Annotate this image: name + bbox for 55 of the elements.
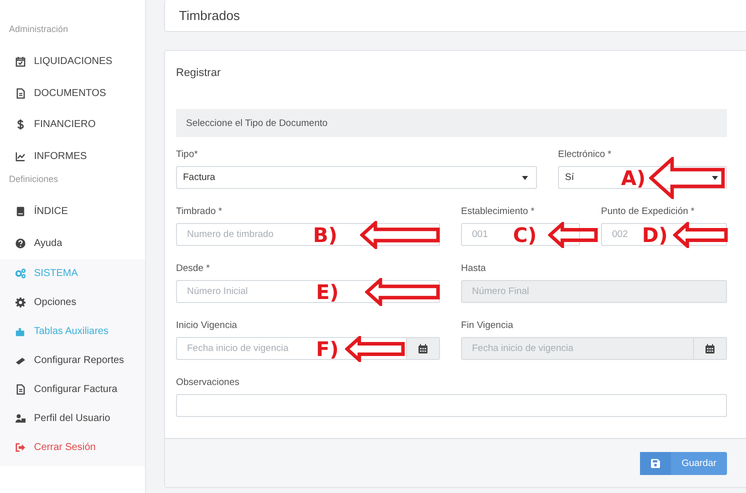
annotation-letter: F) (316, 336, 339, 360)
sidebar-item[interactable]: Configurar Reportes (34, 355, 124, 366)
field-label: Desde * (176, 263, 210, 275)
logout-icon (15, 442, 26, 453)
calendar-check-icon (15, 56, 26, 68)
annotation-arrow (548, 222, 598, 248)
sidebar-item[interactable]: ÍNDICE (34, 206, 68, 218)
calendar-button[interactable] (407, 337, 440, 360)
annotation-letter: E) (316, 280, 339, 304)
ruler-icon (15, 355, 26, 366)
annotation-arrow (345, 336, 405, 362)
field-label: Hasta (461, 263, 486, 275)
sidebar-item[interactable]: FINANCIERO (34, 119, 96, 130)
caret-icon (712, 176, 718, 180)
field-label: Establecimiento * (461, 206, 534, 218)
annotation-letter: D) (642, 222, 668, 246)
calendar-icon (705, 344, 715, 354)
field-label: Fin Vigencia (461, 320, 514, 332)
field-label: Timbrado * (176, 206, 222, 218)
field-label: Tipo* (176, 149, 198, 161)
document-icon (15, 384, 26, 395)
annotation-letter: C) (513, 222, 537, 246)
sidebar-item[interactable]: Cerrar Sesión (34, 442, 96, 453)
section-heading: Definiciones (8, 173, 60, 186)
calendar-icon (418, 344, 428, 354)
save-icon (651, 458, 660, 468)
annotation-letter: A) (621, 166, 646, 190)
input-field[interactable] (176, 394, 727, 417)
card-title: Registrar (175, 66, 222, 81)
field-label: Inicio Vigencia (176, 320, 238, 332)
help-icon (15, 238, 26, 249)
calendar-button[interactable] (694, 337, 727, 360)
section-heading: Administración (8, 23, 70, 36)
settings-icon (15, 297, 26, 308)
users-icon (15, 413, 26, 424)
section-bar: Seleccione el Tipo de Documento (176, 109, 727, 137)
caret-icon (522, 176, 528, 180)
page-title: Timbrados (179, 8, 240, 23)
sidebar-item[interactable]: Perfil del Usuario (34, 413, 110, 424)
field-label: Electrónico * (558, 149, 612, 161)
sidebar-item[interactable]: INFORMES (34, 150, 87, 162)
sidebar-item[interactable]: LIQUIDACIONES (34, 56, 112, 68)
field-label: Observaciones (176, 377, 240, 389)
select-field[interactable]: Factura (176, 166, 537, 189)
document-icon (15, 88, 26, 99)
sidebar-item[interactable]: Ayuda (34, 238, 62, 249)
annotation-arrow (673, 222, 728, 248)
sidebar-item[interactable]: Configurar Factura (34, 384, 118, 395)
sidebar-item[interactable]: DOCUMENTOS (34, 88, 106, 99)
dollar-icon (15, 119, 26, 130)
annotation-letter: B) (313, 222, 338, 246)
sidebar-item[interactable]: Opciones (34, 297, 76, 308)
field-label: Punto de Expedición * (601, 206, 694, 218)
book-icon (15, 206, 26, 218)
line-chart-icon (15, 150, 26, 162)
